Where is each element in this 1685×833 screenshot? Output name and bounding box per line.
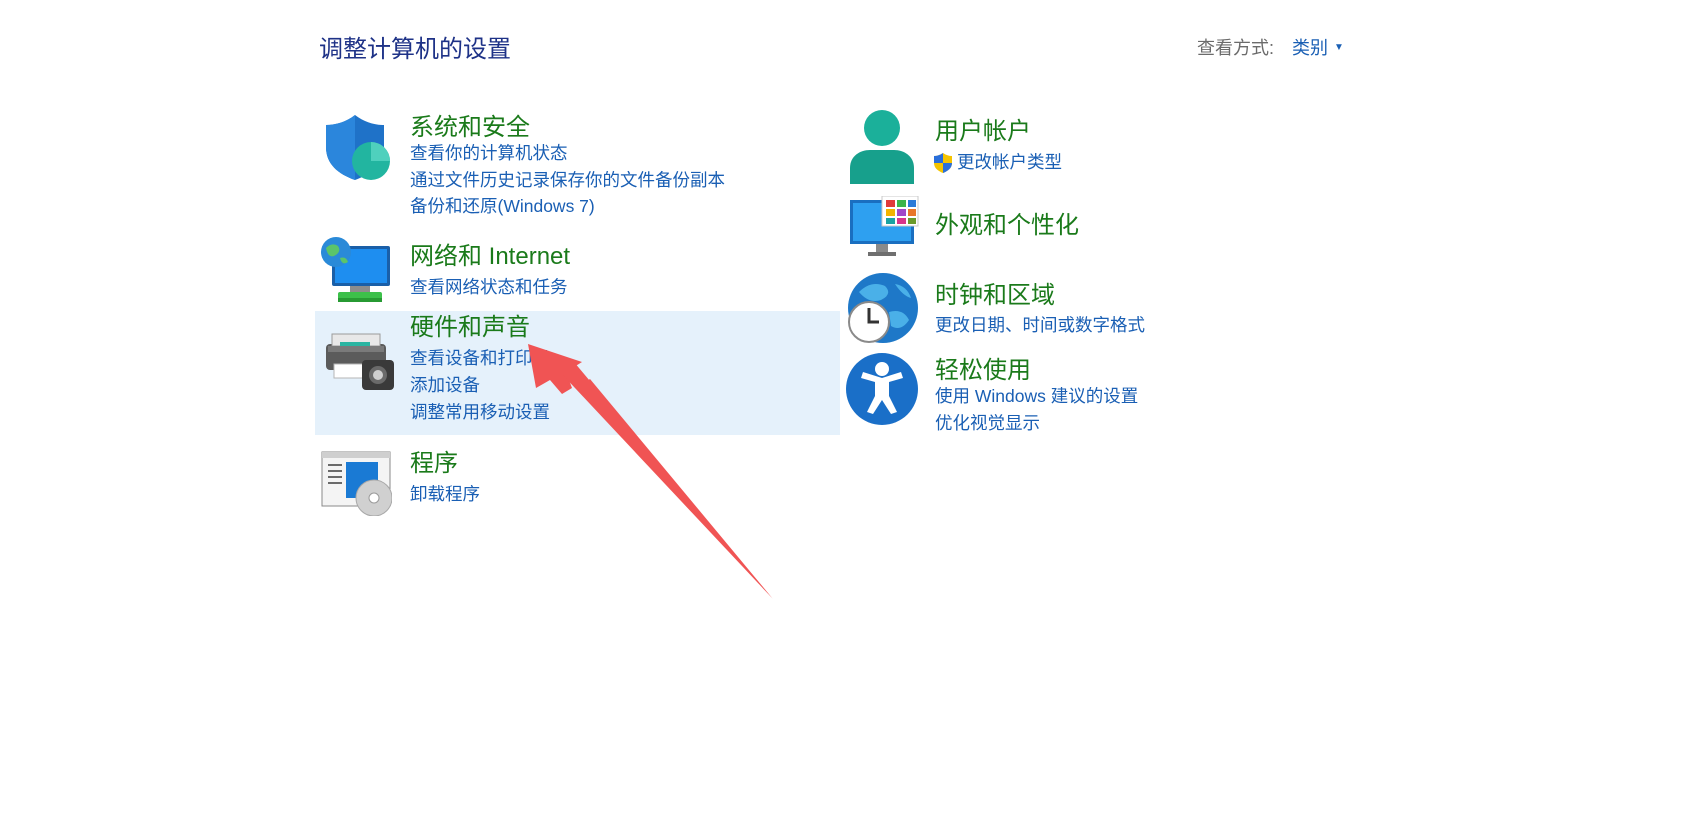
uac-shield-icon bbox=[932, 152, 954, 175]
link-mobility-settings[interactable]: 调整常用移动设置 bbox=[410, 399, 550, 424]
link-devices-printers[interactable]: 查看设备和打印机 bbox=[410, 345, 550, 370]
view-by: 查看方式: 类别 ▼ bbox=[1197, 34, 1344, 60]
printer-speaker-icon bbox=[324, 328, 396, 392]
link-windows-suggested-settings[interactable]: 使用 Windows 建议的设置 bbox=[935, 383, 1138, 408]
chevron-down-icon: ▼ bbox=[1334, 41, 1344, 53]
view-by-value: 类别 bbox=[1292, 38, 1329, 58]
link-change-account-type-label: 更改帐户类型 bbox=[957, 152, 1062, 172]
view-by-label: 查看方式: bbox=[1197, 38, 1275, 58]
link-change-account-type[interactable]: 更改帐户类型 bbox=[932, 149, 1062, 175]
page-title: 调整计算机的设置 bbox=[319, 36, 511, 63]
annotation-arrow bbox=[528, 344, 773, 599]
link-network-status[interactable]: 查看网络状态和任务 bbox=[410, 274, 568, 299]
link-add-device[interactable]: 添加设备 bbox=[410, 372, 480, 397]
category-title-clock-region[interactable]: 时钟和区域 bbox=[935, 275, 1055, 310]
category-title-user-accounts[interactable]: 用户帐户 bbox=[935, 111, 1031, 146]
monitor-tiles-icon bbox=[848, 196, 920, 258]
link-uninstall-program[interactable]: 卸载程序 bbox=[410, 481, 480, 506]
link-file-history-backup[interactable]: 通过文件历史记录保存你的文件备份副本 bbox=[410, 167, 725, 192]
link-date-time-format[interactable]: 更改日期、时间或数字格式 bbox=[935, 312, 1145, 337]
link-optimize-visual-display[interactable]: 优化视觉显示 bbox=[935, 410, 1040, 435]
globe-clock-icon bbox=[845, 272, 919, 346]
category-title-hardware-sound[interactable]: 硬件和声音 bbox=[410, 307, 530, 342]
network-monitor-icon bbox=[320, 236, 392, 306]
category-title-ease-of-access[interactable]: 轻松使用 bbox=[935, 350, 1031, 385]
link-backup-restore[interactable]: 备份和还原(Windows 7) bbox=[410, 193, 595, 218]
category-title-programs[interactable]: 程序 bbox=[410, 443, 458, 478]
user-icon bbox=[848, 108, 916, 184]
category-hardware-sound[interactable]: 硬件和声音 查看设备和打印机 添加设备 调整常用移动设置 bbox=[315, 311, 840, 435]
programs-disc-icon bbox=[320, 450, 392, 516]
category-title-system-security[interactable]: 系统和安全 bbox=[410, 107, 530, 142]
shield-icon bbox=[322, 112, 392, 182]
accessibility-icon bbox=[845, 352, 919, 426]
view-by-dropdown[interactable]: 类别 ▼ bbox=[1292, 34, 1344, 60]
link-view-computer-status[interactable]: 查看你的计算机状态 bbox=[410, 140, 568, 165]
category-title-network-internet[interactable]: 网络和 Internet bbox=[410, 236, 570, 271]
category-title-appearance[interactable]: 外观和个性化 bbox=[935, 205, 1079, 240]
